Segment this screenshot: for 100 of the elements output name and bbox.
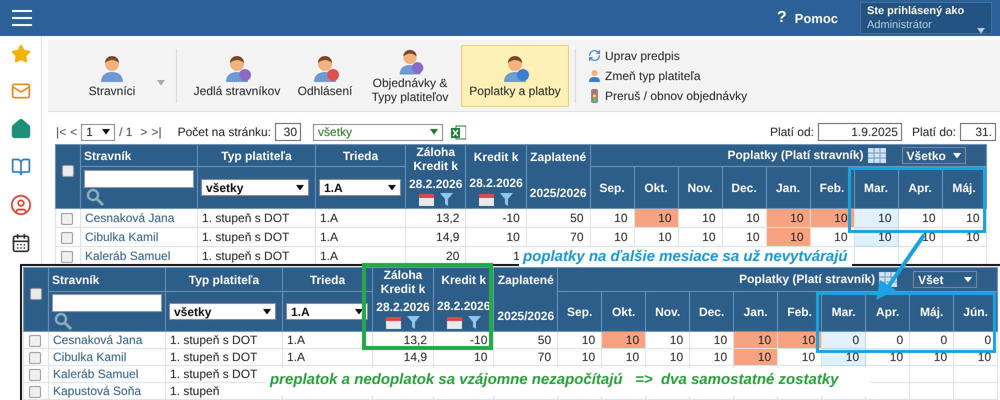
- user-menu[interactable]: Ste prihlásený ako Administrátor: [860, 2, 992, 34]
- table-cell: 1. stupeň s DOT: [198, 228, 316, 246]
- calendar-icon[interactable]: [479, 192, 494, 206]
- person-icon: [588, 69, 601, 82]
- checkbox[interactable]: [61, 250, 73, 263]
- table-cell: 50: [494, 332, 558, 348]
- search-field[interactable]: [84, 170, 194, 188]
- checkbox[interactable]: [29, 368, 41, 381]
- fee-cell: 10: [778, 348, 822, 366]
- table-icon[interactable]: [868, 148, 886, 163]
- person-icon[interactable]: [10, 194, 32, 216]
- action-link[interactable]: Preruš / obnov objednávky: [588, 88, 748, 102]
- fee-cell: 10: [722, 208, 766, 228]
- checkbox[interactable]: [29, 352, 41, 364]
- calendar-icon[interactable]: [418, 193, 434, 206]
- fee-cell: 10: [734, 332, 778, 348]
- per-page-field[interactable]: 30: [275, 123, 302, 141]
- checkbox[interactable]: [29, 386, 41, 398]
- fees-filter-dropdown[interactable]: Všetko: [902, 147, 966, 164]
- search-field[interactable]: [52, 294, 162, 312]
- date-label: 28.2.2026: [409, 178, 462, 192]
- calendar-icon[interactable]: [386, 316, 401, 330]
- table-cell: 1.A: [316, 228, 406, 246]
- year-label: 2025/2026: [497, 310, 554, 324]
- caret-icon: [388, 184, 396, 190]
- calendar-icon[interactable]: [10, 233, 30, 253]
- search-icon[interactable]: [86, 188, 104, 206]
- fee-cell: 10: [558, 348, 602, 366]
- class-filter-dropdown[interactable]: 1.A: [319, 179, 401, 196]
- traffic-light-icon: [588, 88, 601, 102]
- fee-cell: 10: [590, 208, 634, 228]
- type-filter-dropdown[interactable]: všetky: [169, 303, 276, 320]
- valid-from-field[interactable]: 1.9.2025: [818, 123, 902, 141]
- filter-icon[interactable]: [407, 316, 420, 330]
- column-header: Kredit k: [440, 274, 488, 288]
- previous-page-link[interactable]: <: [70, 125, 78, 139]
- fees-filter-dropdown[interactable]: Všet: [913, 271, 978, 288]
- checkbox[interactable]: [29, 334, 41, 347]
- fee-cell: 10: [898, 208, 942, 228]
- column-header: Stravník: [80, 144, 198, 166]
- fee-cell: 10: [646, 348, 690, 366]
- table-cell: 1.A: [316, 208, 406, 228]
- column-header: Okt.: [602, 292, 646, 332]
- checkbox[interactable]: [61, 212, 73, 225]
- action-link[interactable]: Zmeň typ platiteľa: [588, 68, 748, 82]
- help-icon[interactable]: ?: [776, 9, 787, 27]
- menu-button[interactable]: [12, 10, 32, 26]
- valid-to-label: Platí do:: [912, 125, 956, 139]
- star-icon[interactable]: [10, 44, 30, 64]
- column-header: Okt.: [634, 166, 678, 208]
- fee-cell: 0: [822, 332, 866, 348]
- column-header: Sep.: [590, 166, 634, 208]
- annotation-text: poplatky na ďalšie mesiace sa už nevytvárajú: [519, 247, 852, 266]
- column-header: Jan.: [766, 166, 810, 208]
- column-header: Typ platiteľa: [166, 268, 282, 292]
- column-header: Trieda: [282, 268, 372, 292]
- filter-icon[interactable]: [500, 192, 514, 206]
- column-header: Záloha Kredit k: [380, 269, 426, 297]
- toolbar-button[interactable]: Objednávky & Typy platiteľov: [359, 44, 461, 106]
- next-page-link[interactable]: >: [140, 125, 148, 139]
- fee-cell: 10: [690, 348, 734, 366]
- column-header: Kredit k: [472, 151, 520, 165]
- type-filter-dropdown[interactable]: všetky: [201, 179, 309, 196]
- spreadsheet-icon[interactable]: [451, 124, 466, 140]
- column-header: Stravník: [48, 268, 166, 292]
- caret-icon: [430, 129, 438, 135]
- status-filter-dropdown[interactable]: všetky: [313, 124, 444, 140]
- search-icon[interactable]: [54, 312, 72, 330]
- table-cell: 13,2: [406, 208, 466, 228]
- toolbar-button[interactable]: Jedlá stravníkov: [183, 44, 291, 106]
- year-label: 2025/2026: [530, 186, 587, 201]
- table-cell: 70: [526, 228, 590, 246]
- table-cell: -10: [466, 208, 526, 228]
- first-page-link[interactable]: |<: [56, 125, 66, 139]
- table-cell: 1. stupeň s DOT: [166, 332, 282, 348]
- caret-icon: [355, 308, 363, 314]
- checkbox[interactable]: [30, 288, 42, 300]
- page-dropdown[interactable]: 1: [81, 124, 116, 140]
- action-link[interactable]: Uprav predpis: [588, 48, 748, 62]
- checkbox[interactable]: [61, 232, 73, 244]
- help-link[interactable]: Pomoc: [794, 10, 838, 26]
- annotation-text: preplatok a nedoplatok sa vzájomne nezapočítajú => dva samostatné zostatky: [266, 368, 870, 396]
- calendar-icon[interactable]: [446, 316, 462, 329]
- last-page-link[interactable]: >|: [152, 125, 162, 139]
- refresh-icon: [588, 49, 601, 62]
- fee-cell: 10: [634, 208, 678, 228]
- fee-cell: 10: [678, 208, 722, 228]
- mail-icon[interactable]: [10, 81, 30, 101]
- class-filter-dropdown[interactable]: 1.A: [286, 303, 368, 320]
- fee-cell: 10: [690, 332, 734, 348]
- filter-icon[interactable]: [468, 316, 481, 329]
- toolbar-button[interactable]: Poplatky a platby: [461, 44, 569, 106]
- filter-icon[interactable]: [440, 193, 453, 206]
- book-icon[interactable]: [10, 157, 30, 177]
- caret-icon: [102, 129, 110, 135]
- toolbar-button[interactable]: Stravníci: [54, 44, 170, 106]
- checkbox[interactable]: [62, 164, 74, 177]
- toolbar-button[interactable]: Odhlásení: [291, 44, 359, 106]
- home-icon[interactable]: [10, 118, 32, 140]
- valid-to-field[interactable]: 31.: [960, 123, 996, 141]
